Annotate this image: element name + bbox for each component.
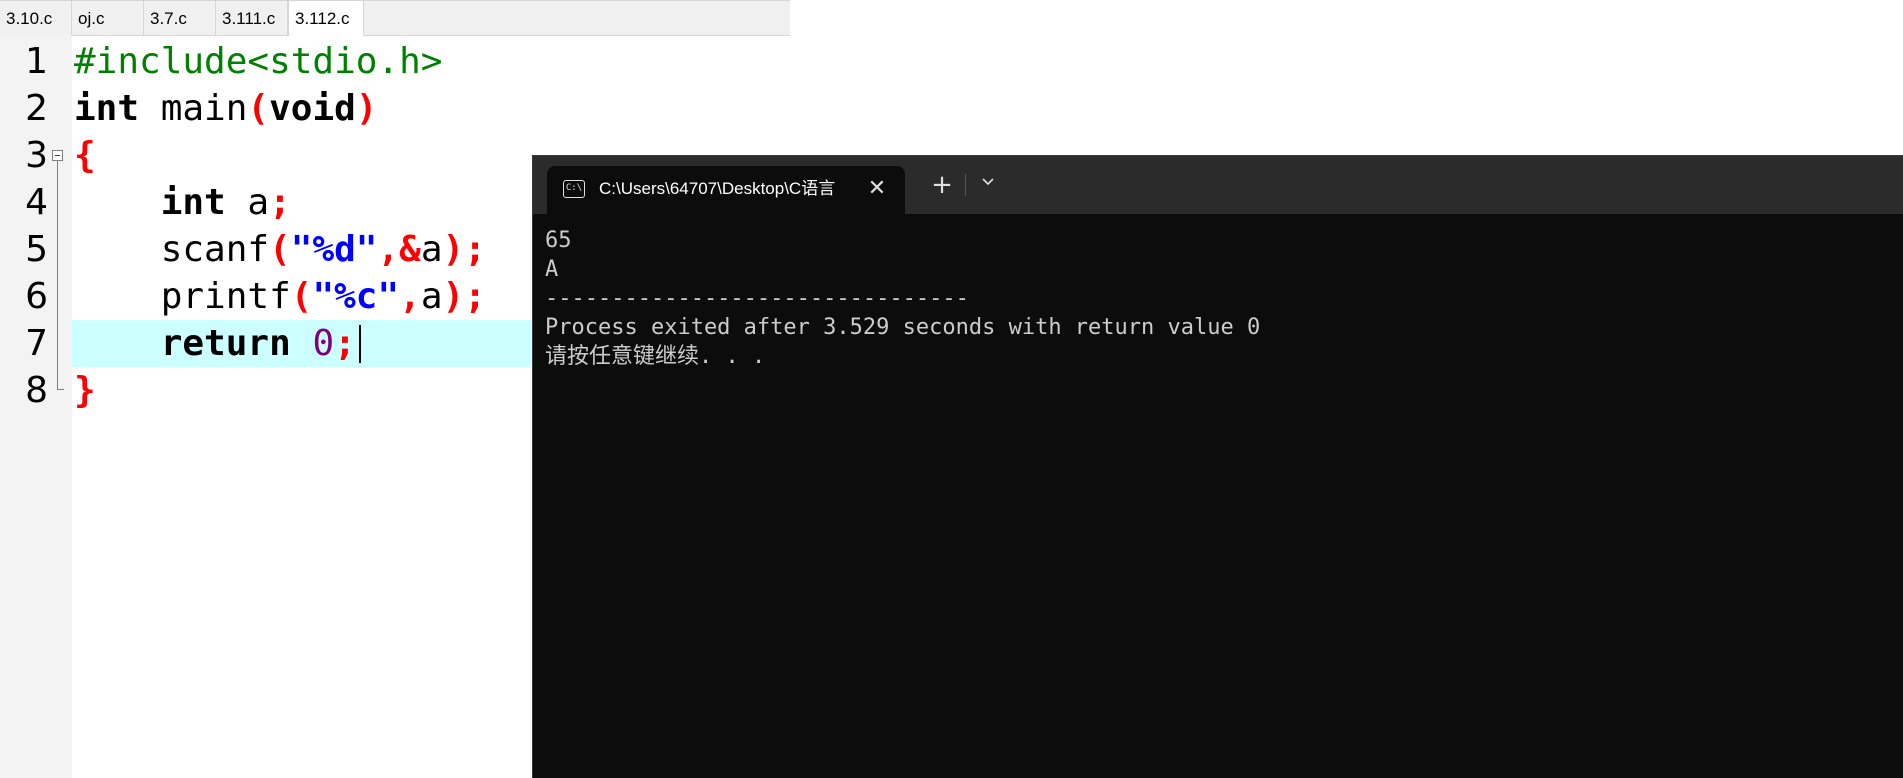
keyword: int: [74, 88, 140, 129]
identifier: a: [225, 182, 270, 223]
punctuation: (: [247, 88, 270, 129]
new-tab-button[interactable]: +: [925, 168, 959, 202]
code-line-1[interactable]: #include<stdio.h>: [74, 38, 442, 85]
terminal-icon: C:\: [563, 180, 585, 198]
punctuation: ): [355, 88, 378, 129]
console-title-bar[interactable]: C:\ C:\Users\64707\Desktop\C语言 ✕ +: [533, 156, 1903, 214]
string-literal: "%c": [312, 276, 400, 317]
line-number: 5: [25, 229, 48, 270]
preprocessor-directive: #include<stdio.h>: [74, 41, 443, 82]
punctuation: ,: [399, 276, 421, 317]
titlebar-divider: [965, 174, 966, 196]
line-number: 3: [25, 135, 48, 176]
console-output-line: 65: [545, 228, 572, 253]
code-line-2[interactable]: int main(void): [74, 85, 377, 132]
punctuation: ;: [269, 182, 291, 223]
punctuation: );: [442, 229, 486, 270]
console-tab[interactable]: C:\ C:\Users\64707\Desktop\C语言 ✕: [547, 166, 905, 214]
tab-3-10-c[interactable]: 3.10.c: [0, 1, 72, 35]
tab-3-112-c[interactable]: 3.112.c: [288, 1, 364, 36]
code-line-5[interactable]: scanf("%d",&a);: [74, 226, 486, 273]
chevron-down-icon[interactable]: [973, 168, 1003, 202]
keyword: return: [160, 323, 291, 364]
string-literal: "%d": [290, 229, 378, 270]
code-line-7[interactable]: return 0;: [74, 320, 356, 367]
tab-3-111-c[interactable]: 3.111.c: [216, 1, 288, 35]
fold-collapse-icon[interactable]: [52, 150, 63, 161]
function-call: scanf: [160, 229, 270, 270]
console-output-line: A: [545, 257, 559, 282]
code-line-6[interactable]: printf("%c",a);: [74, 273, 486, 320]
console-output-line: 请按任意键继续. . .: [545, 344, 766, 369]
console-tab-title: C:\Users\64707\Desktop\C语言: [599, 179, 836, 198]
console-output-line: Process exited after 3.529 seconds with …: [545, 315, 1261, 340]
punctuation: }: [74, 370, 96, 411]
console-window[interactable]: C:\ C:\Users\64707\Desktop\C语言 ✕ + 65 A …: [532, 155, 1903, 778]
code-line-3[interactable]: {: [74, 132, 96, 179]
chevron-down-icon-glyph: [982, 178, 994, 186]
punctuation: (: [269, 229, 291, 270]
line-number: 1: [25, 41, 48, 82]
fold-guide-line: [57, 161, 58, 389]
keyword: void: [269, 88, 356, 129]
code-line-8[interactable]: }: [74, 367, 96, 414]
punctuation: );: [442, 276, 486, 317]
punctuation: ,&: [377, 229, 421, 270]
fold-end-marker: [57, 389, 64, 390]
file-tab-bar: 3.10.c oj.c 3.7.c 3.111.c 3.112.c: [0, 0, 790, 36]
close-icon[interactable]: ✕: [865, 166, 889, 214]
keyword: int: [160, 182, 226, 223]
line-number: 8: [25, 370, 48, 411]
text-caret: [359, 325, 361, 363]
line-number: 2: [25, 88, 48, 129]
line-number: 4: [25, 182, 48, 223]
number-literal: 0: [312, 323, 335, 364]
console-output-line: --------------------------------: [545, 286, 969, 311]
punctuation: (: [290, 276, 313, 317]
code-line-4[interactable]: int a;: [74, 179, 291, 226]
identifier: main: [139, 88, 248, 129]
tab-3-7-c[interactable]: 3.7.c: [144, 1, 216, 35]
line-number: 7: [25, 323, 48, 364]
identifier: a: [420, 229, 443, 270]
line-number: 6: [25, 276, 48, 317]
tab-oj-c[interactable]: oj.c: [72, 1, 144, 35]
identifier: a: [420, 276, 443, 317]
punctuation: {: [74, 135, 96, 176]
console-output[interactable]: 65 A -------------------------------- Pr…: [545, 226, 1885, 371]
function-call: printf: [160, 276, 291, 317]
punctuation: ;: [334, 323, 356, 364]
